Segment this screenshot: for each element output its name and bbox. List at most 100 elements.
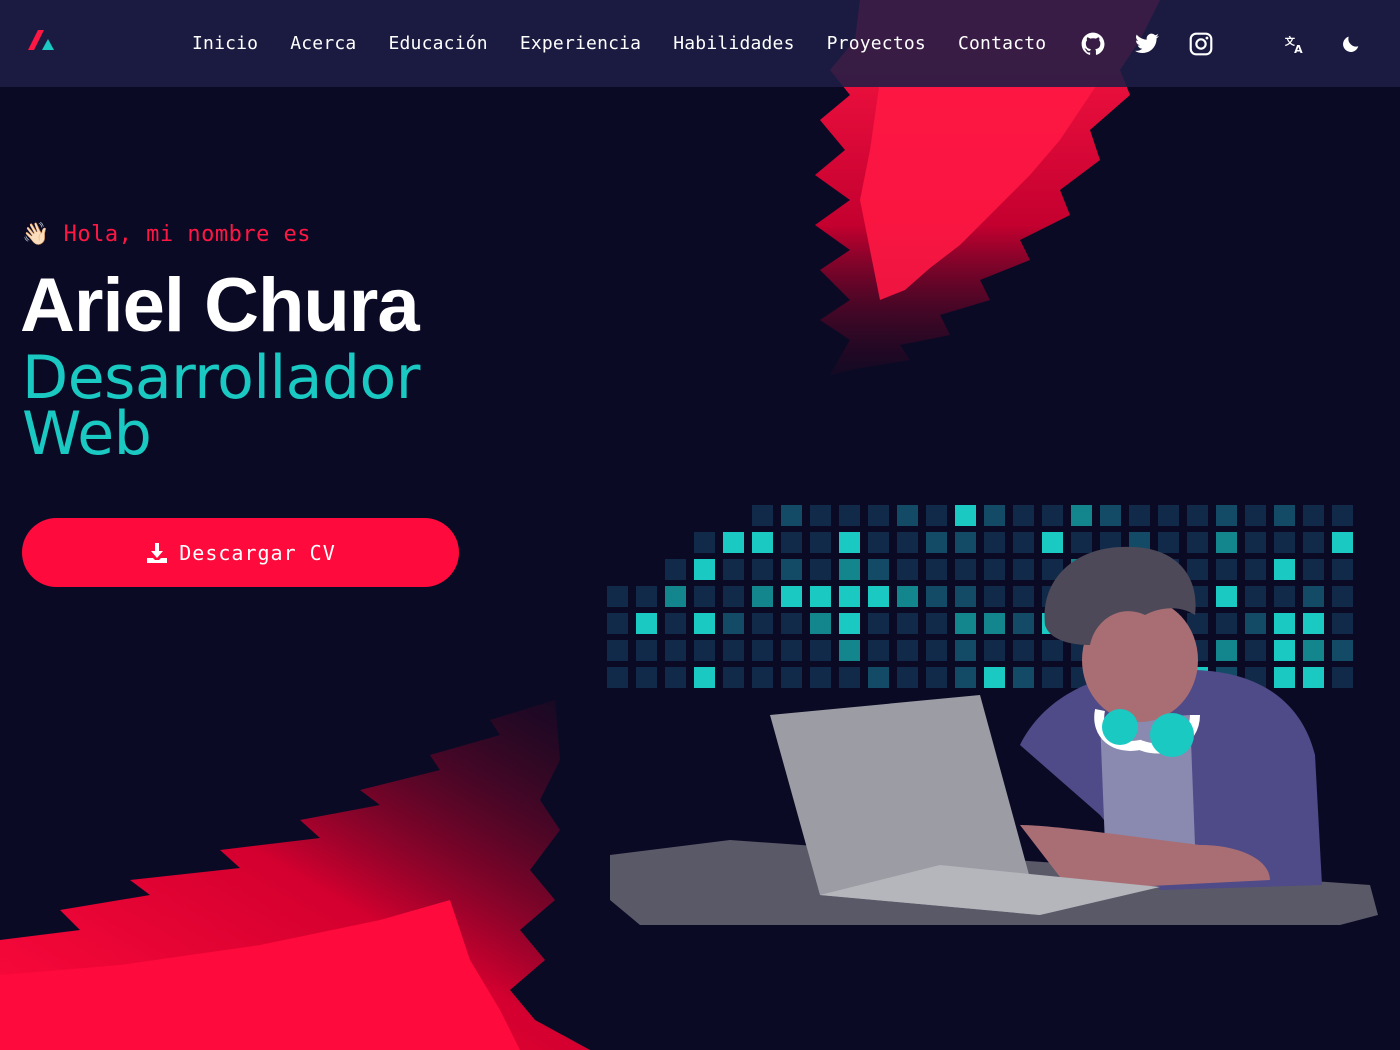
- pixel-cell: [1245, 559, 1266, 580]
- pixel-cell: [897, 613, 918, 634]
- pixel-cell: [694, 586, 715, 607]
- download-cv-button[interactable]: Descargar CV: [22, 518, 459, 587]
- pixel-cell: [1245, 505, 1266, 526]
- nav-habilidades[interactable]: Habilidades: [673, 33, 794, 54]
- logo-icon[interactable]: [24, 26, 58, 54]
- hero-role: Desarrollador Web: [22, 348, 542, 469]
- pixel-cell: [607, 613, 628, 634]
- twitter-icon[interactable]: [1134, 31, 1160, 57]
- nav-tools: 文 A: [1284, 0, 1362, 87]
- download-icon: [147, 542, 168, 563]
- pixel-cell: [781, 613, 802, 634]
- pixel-cell: [839, 505, 860, 526]
- pixel-cell: [810, 505, 831, 526]
- pixel-cell: [1274, 505, 1295, 526]
- pixel-cell: [955, 505, 976, 526]
- pixel-cell: [839, 613, 860, 634]
- pixel-cell: [955, 559, 976, 580]
- pixel-cell: [781, 559, 802, 580]
- pixel-cell: [1042, 505, 1063, 526]
- pixel-cell: [1071, 505, 1092, 526]
- pixel-cell: [607, 586, 628, 607]
- pixel-cell: [665, 667, 686, 688]
- nav-educacion[interactable]: Educación: [388, 33, 487, 54]
- pixel-cell: [926, 667, 947, 688]
- pixel-cell: [868, 586, 889, 607]
- pixel-cell: [955, 532, 976, 553]
- pixel-cell: [1245, 532, 1266, 553]
- pixel-cell: [955, 586, 976, 607]
- nav-proyectos[interactable]: Proyectos: [827, 33, 926, 54]
- pixel-cell: [897, 532, 918, 553]
- pixel-cell: [926, 640, 947, 661]
- pixel-cell: [897, 505, 918, 526]
- pixel-cell: [839, 640, 860, 661]
- pixel-cell: [897, 667, 918, 688]
- pixel-cell: [636, 613, 657, 634]
- pixel-cell: [1013, 559, 1034, 580]
- moon-icon[interactable]: [1340, 33, 1362, 55]
- pixel-cell: [781, 532, 802, 553]
- pixel-cell: [665, 559, 686, 580]
- developer-illustration: [607, 505, 1378, 925]
- pixel-cell: [955, 640, 976, 661]
- pixel-cell: [1042, 667, 1063, 688]
- pixel-cell: [1274, 613, 1295, 634]
- pixel-cell: [926, 559, 947, 580]
- pixel-cell: [1042, 532, 1063, 553]
- pixel-cell: [723, 613, 744, 634]
- pixel-cell: [1274, 559, 1295, 580]
- pixel-cell: [926, 505, 947, 526]
- pixel-cell: [868, 640, 889, 661]
- nav-inicio[interactable]: Inicio: [192, 33, 258, 54]
- pixel-cell: [694, 532, 715, 553]
- translate-icon[interactable]: 文 A: [1284, 33, 1306, 55]
- pixel-cell: [810, 613, 831, 634]
- pixel-cell: [665, 640, 686, 661]
- pixel-cell: [1013, 640, 1034, 661]
- pixel-cell: [1216, 640, 1237, 661]
- pixel-cell: [1013, 667, 1034, 688]
- pixel-cell: [1071, 532, 1092, 553]
- pixel-cell: [955, 613, 976, 634]
- nav-contacto[interactable]: Contacto: [958, 33, 1046, 54]
- svg-text:A: A: [1294, 43, 1303, 55]
- pixel-cell: [839, 559, 860, 580]
- pixel-cell: [1303, 559, 1324, 580]
- pixel-cell: [723, 640, 744, 661]
- pixel-cell: [1245, 586, 1266, 607]
- pixel-cell: [781, 505, 802, 526]
- pixel-cell: [694, 613, 715, 634]
- pixel-grid-decoration: [607, 505, 1353, 688]
- pixel-cell: [984, 586, 1005, 607]
- instagram-icon[interactable]: [1188, 31, 1214, 57]
- pixel-cell: [984, 505, 1005, 526]
- pixel-cell: [868, 532, 889, 553]
- hero-name: Ariel Chura: [20, 263, 420, 348]
- pixel-cell: [1216, 505, 1237, 526]
- pixel-cell: [607, 640, 628, 661]
- pixel-cell: [723, 532, 744, 553]
- pixel-cell: [926, 613, 947, 634]
- pixel-cell: [694, 667, 715, 688]
- pixel-cell: [665, 613, 686, 634]
- pixel-cell: [897, 559, 918, 580]
- pixel-cell: [1013, 532, 1034, 553]
- pixel-cell: [984, 667, 1005, 688]
- nav-experiencia[interactable]: Experiencia: [520, 33, 641, 54]
- pixel-cell: [1303, 613, 1324, 634]
- pixel-cell: [694, 559, 715, 580]
- pixel-cell: [752, 559, 773, 580]
- pixel-cell: [752, 640, 773, 661]
- pixel-cell: [781, 586, 802, 607]
- role-line-2: Web: [22, 399, 152, 469]
- pixel-cell: [984, 640, 1005, 661]
- github-icon[interactable]: [1080, 31, 1106, 57]
- pixel-cell: [1245, 640, 1266, 661]
- pixel-cell: [1332, 505, 1353, 526]
- pixel-cell: [723, 559, 744, 580]
- pixel-cell: [752, 613, 773, 634]
- pixel-cell: [1303, 505, 1324, 526]
- pixel-cell: [636, 667, 657, 688]
- nav-acerca[interactable]: Acerca: [290, 33, 356, 54]
